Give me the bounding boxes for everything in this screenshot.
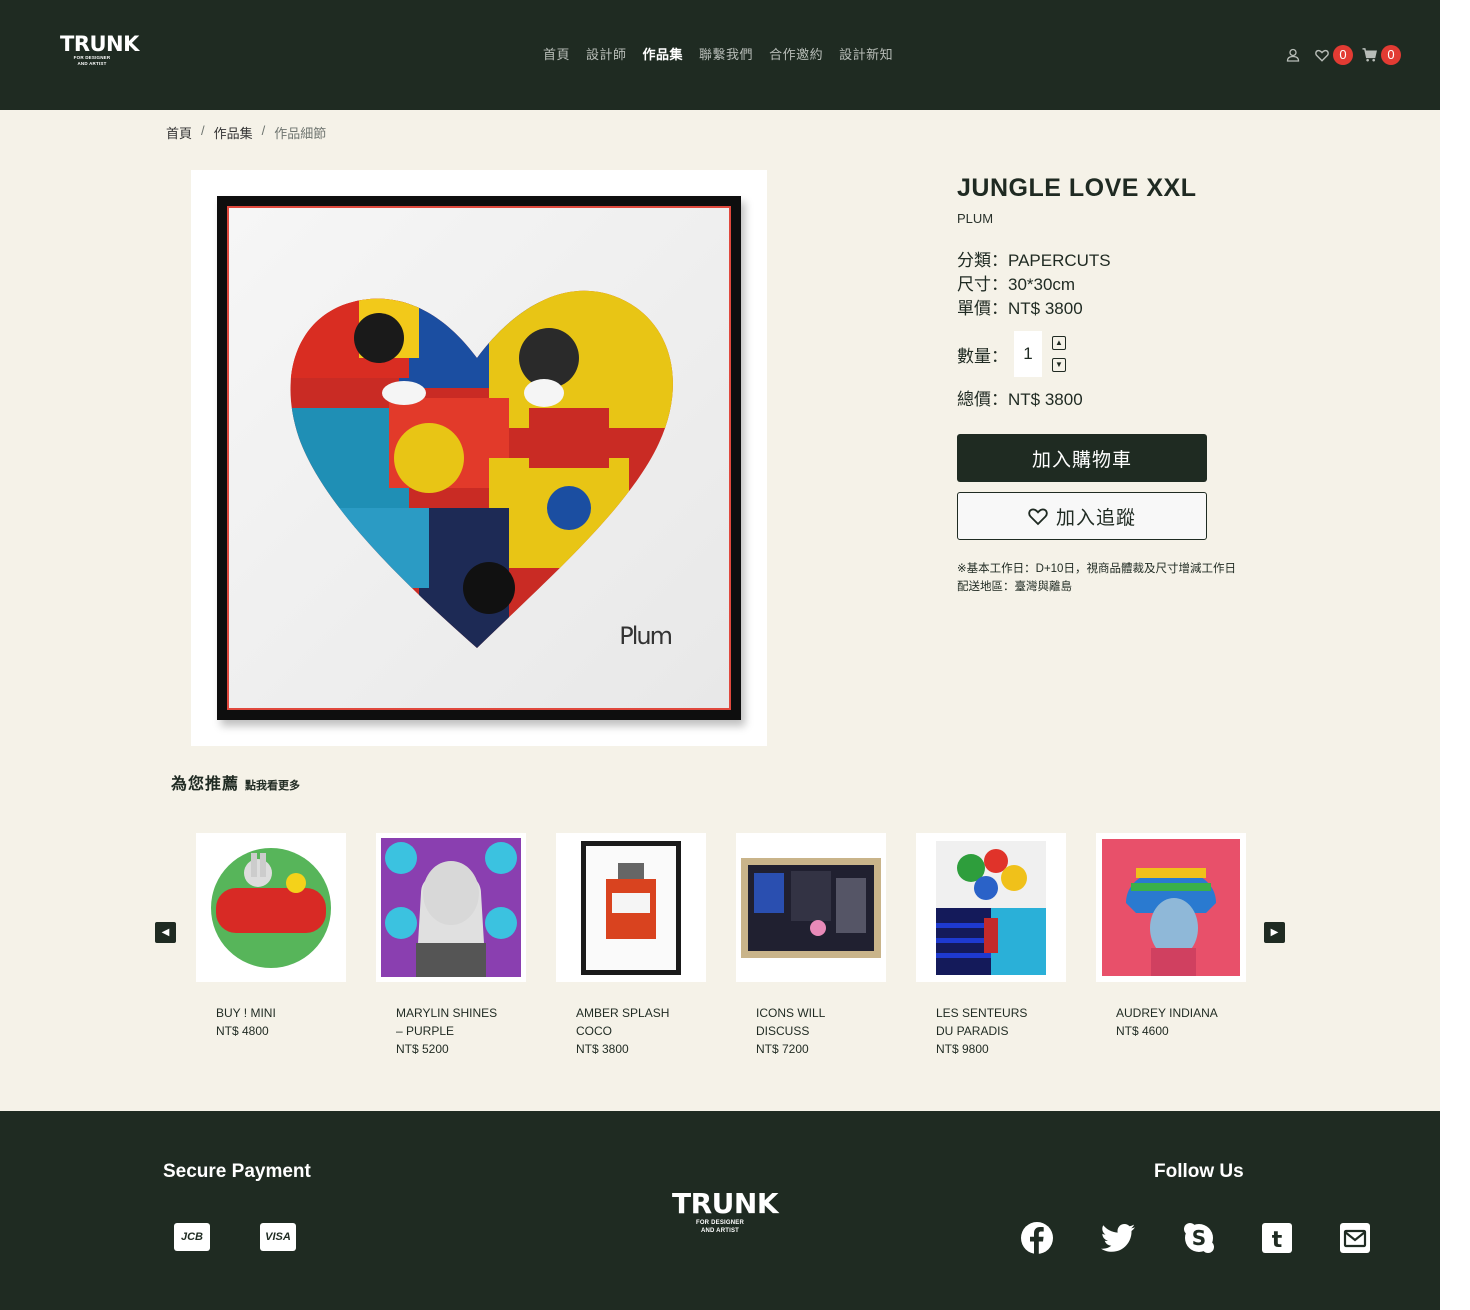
product-card[interactable]: LES SENTEURS DU PARADIS NT$ 9800 [916,833,1066,1058]
site-header: TRUNK FOR DESIGNER AND ARTIST 首頁 設計師 作品集… [0,0,1440,110]
nav-home[interactable]: 首頁 [543,44,570,63]
quantity-stepper: 數量： 1 ▲ ▼ [957,331,1277,377]
carousel-next-button[interactable]: ▶ [1264,922,1285,943]
breadcrumb-separator: / [261,123,266,138]
breadcrumb-portfolio[interactable]: 作品集 [214,123,253,142]
product-card[interactable]: ICONS WILL DISCUSS NT$ 7200 [736,833,886,1058]
product-thumbnail[interactable] [1096,833,1246,982]
product-card[interactable]: MARYLIN SHINES – PURPLE NT$ 5200 [376,833,526,1058]
recommend-header: 為您推薦 點我看更多 [171,770,300,794]
product-total-price: 總價：NT$ 3800 [957,390,1083,409]
work-days-note: ※基本工作日：D+10日，視商品體裁及尺寸增減工作日 [957,563,1236,575]
product-card-name[interactable]: LES SENTEURS DU PARADIS [916,1004,1046,1040]
quantity-increase-icon[interactable]: ▲ [1052,336,1066,350]
footer-logo[interactable]: TRUNK FOR DESIGNER AND ARTIST [672,1187,779,1235]
product-thumbnail[interactable] [376,833,526,982]
product-card-name[interactable]: AMBER SPLASH COCO [556,1004,686,1040]
product-thumbnail[interactable] [556,833,706,982]
svg-text:S: S [1192,1226,1206,1250]
product-card-price: NT$ 3800 [576,1042,629,1056]
heart-icon[interactable] [1315,49,1329,62]
nav-news[interactable]: 設計新知 [839,44,893,63]
tumblr-icon[interactable]: t [1260,1221,1294,1255]
recommend-more-link[interactable]: 點我看更多 [245,777,300,793]
product-thumbnail[interactable] [916,833,1066,982]
add-to-wishlist-button[interactable]: 加入追蹤 [957,492,1207,540]
product-info: JUNGLE LOVE XXL PLUM 分類：PAPERCUTS 尺寸：30*… [957,170,1277,596]
breadcrumb-current: 作品細節 [274,126,327,141]
user-icon[interactable] [1286,48,1300,62]
nav-portfolio[interactable]: 作品集 [643,44,684,63]
facebook-icon[interactable] [1020,1221,1054,1255]
product-artist[interactable]: PLUM [957,211,1277,226]
secure-payment-title: Secure Payment [163,1161,311,1182]
visa-icon: VISA [260,1223,296,1251]
product-card-price: NT$ 7200 [756,1042,809,1056]
product-size: 尺寸：30*30cm [957,275,1076,294]
add-to-wishlist-label: 加入追蹤 [1055,507,1136,529]
header-actions: 0 0 [1286,44,1401,66]
product-image: Plum [191,170,767,746]
artist-signature: Plum [619,622,673,650]
breadcrumb: 首頁 / 作品集 / 作品細節 [166,123,326,142]
product-card-name[interactable]: AUDREY INDIANA [1096,1004,1226,1022]
product-card-price: NT$ 4800 [216,1024,269,1038]
product-card-price: NT$ 5200 [396,1042,449,1056]
product-thumbnail[interactable] [196,833,346,982]
logo-tagline: FOR DESIGNER [695,1220,745,1226]
cart-count-badge: 0 [1381,45,1401,65]
mail-icon[interactable] [1338,1221,1372,1255]
recommend-title: 為您推薦 [171,776,240,793]
product-card-name[interactable]: MARYLIN SHINES – PURPLE [376,1004,506,1040]
skype-icon[interactable]: S [1182,1221,1216,1255]
product-card-name[interactable]: ICONS WILL DISCUSS [736,1004,866,1040]
jcb-icon: JCB [174,1223,210,1251]
product-unit-price: 單價：NT$ 3800 [957,299,1083,318]
product-attributes: 分類：PAPERCUTS 尺寸：30*30cm 單價：NT$ 3800 [957,249,1277,321]
quantity-input[interactable]: 1 [1014,331,1042,377]
logo-wordmark: TRUNK [672,1187,779,1220]
site-logo[interactable]: TRUNK FOR DESIGNER AND ARTIST [60,32,139,67]
product-card-price: NT$ 4600 [1116,1024,1169,1038]
nav-contact[interactable]: 聯繫我們 [699,44,753,63]
nav-designers[interactable]: 設計師 [586,44,627,63]
breadcrumb-home[interactable]: 首頁 [166,123,192,142]
logo-tagline: AND ARTIST [77,61,107,66]
logo-tagline: AND ARTIST [700,1228,740,1234]
quantity-controls: ▲ ▼ [1052,336,1066,372]
product-thumbnail[interactable] [736,833,886,982]
cart-icon[interactable] [1362,48,1377,62]
main-nav: 首頁 設計師 作品集 聯繫我們 合作邀約 設計新知 [543,44,893,63]
carousel-prev-button[interactable]: ◀ [155,922,176,943]
page-edge [1440,0,1470,1310]
product-card-name[interactable]: BUY ! MINI [196,1004,326,1022]
product-card-price: NT$ 9800 [936,1042,989,1056]
wishlist-count-badge: 0 [1333,45,1353,65]
product-card[interactable]: BUY ! MINI NT$ 4800 [196,833,346,1058]
product-title: JUNGLE LOVE XXL [957,174,1197,202]
quantity-label: 數量： [957,346,1008,366]
add-to-cart-button[interactable]: 加入購物車 [957,434,1207,482]
follow-us-title: Follow Us [1154,1161,1244,1182]
product-card[interactable]: AMBER SPLASH COCO NT$ 3800 [556,833,706,1058]
delivery-area-note: 配送地區：臺灣與離島 [957,581,1072,593]
quantity-decrease-icon[interactable]: ▼ [1052,358,1066,372]
recommend-carousel: BUY ! MINI NT$ 4800 MARYLIN SHINES – PUR… [196,833,1246,1058]
heart-icon [1028,508,1048,525]
logo-wordmark: TRUNK [60,32,139,56]
artwork-canvas: Plum [227,206,731,710]
nav-cooperation[interactable]: 合作邀約 [769,44,823,63]
product-card[interactable]: AUDREY INDIANA NT$ 4600 [1096,833,1246,1058]
breadcrumb-separator: / [201,123,205,138]
site-footer: Secure Payment JCB VISA TRUNK FOR DESIGN… [0,1111,1440,1310]
shipping-notes: ※基本工作日：D+10日，視商品體裁及尺寸增減工作日 配送地區：臺灣與離島 [957,560,1277,596]
artwork-frame: Plum [217,196,741,720]
product-category: 分類：PAPERCUTS [957,251,1111,270]
svg-text:t: t [1272,1228,1283,1253]
twitter-icon[interactable] [1101,1221,1135,1255]
